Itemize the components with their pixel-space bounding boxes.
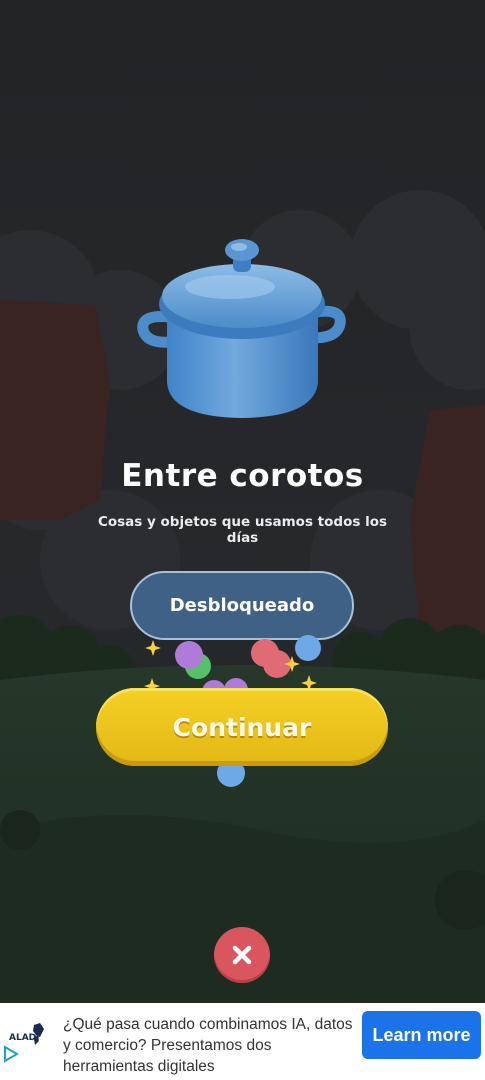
game-screen: Entre corotos Cosas y objetos que usamos…	[0, 0, 485, 1003]
continue-label: Continuar	[172, 712, 312, 742]
background-landscape	[0, 0, 485, 1003]
ad-choices-icon[interactable]	[2, 1045, 20, 1063]
learn-more-label: Learn more	[372, 1024, 471, 1045]
close-icon	[232, 945, 252, 965]
learn-more-button[interactable]: Learn more	[362, 1011, 481, 1059]
level-subtitle: Cosas y objetos que usamos todos los día…	[97, 514, 388, 546]
cooking-pot-icon	[137, 239, 346, 418]
status-label: Desbloqueado	[169, 595, 315, 616]
ad-text: ¿Qué pasa cuando combinamos IA, datos y …	[63, 1016, 353, 1075]
close-button[interactable]	[214, 927, 270, 983]
unlocked-status-badge: Desbloqueado	[130, 571, 354, 640]
ad-banner[interactable]: ALADI ¿Qué pasa cuando combinamos IA, da…	[0, 1003, 485, 1080]
continue-button[interactable]: Continuar	[96, 688, 388, 766]
level-title: Entre corotos	[121, 458, 364, 494]
ad-brand: ALADI	[9, 1033, 40, 1043]
